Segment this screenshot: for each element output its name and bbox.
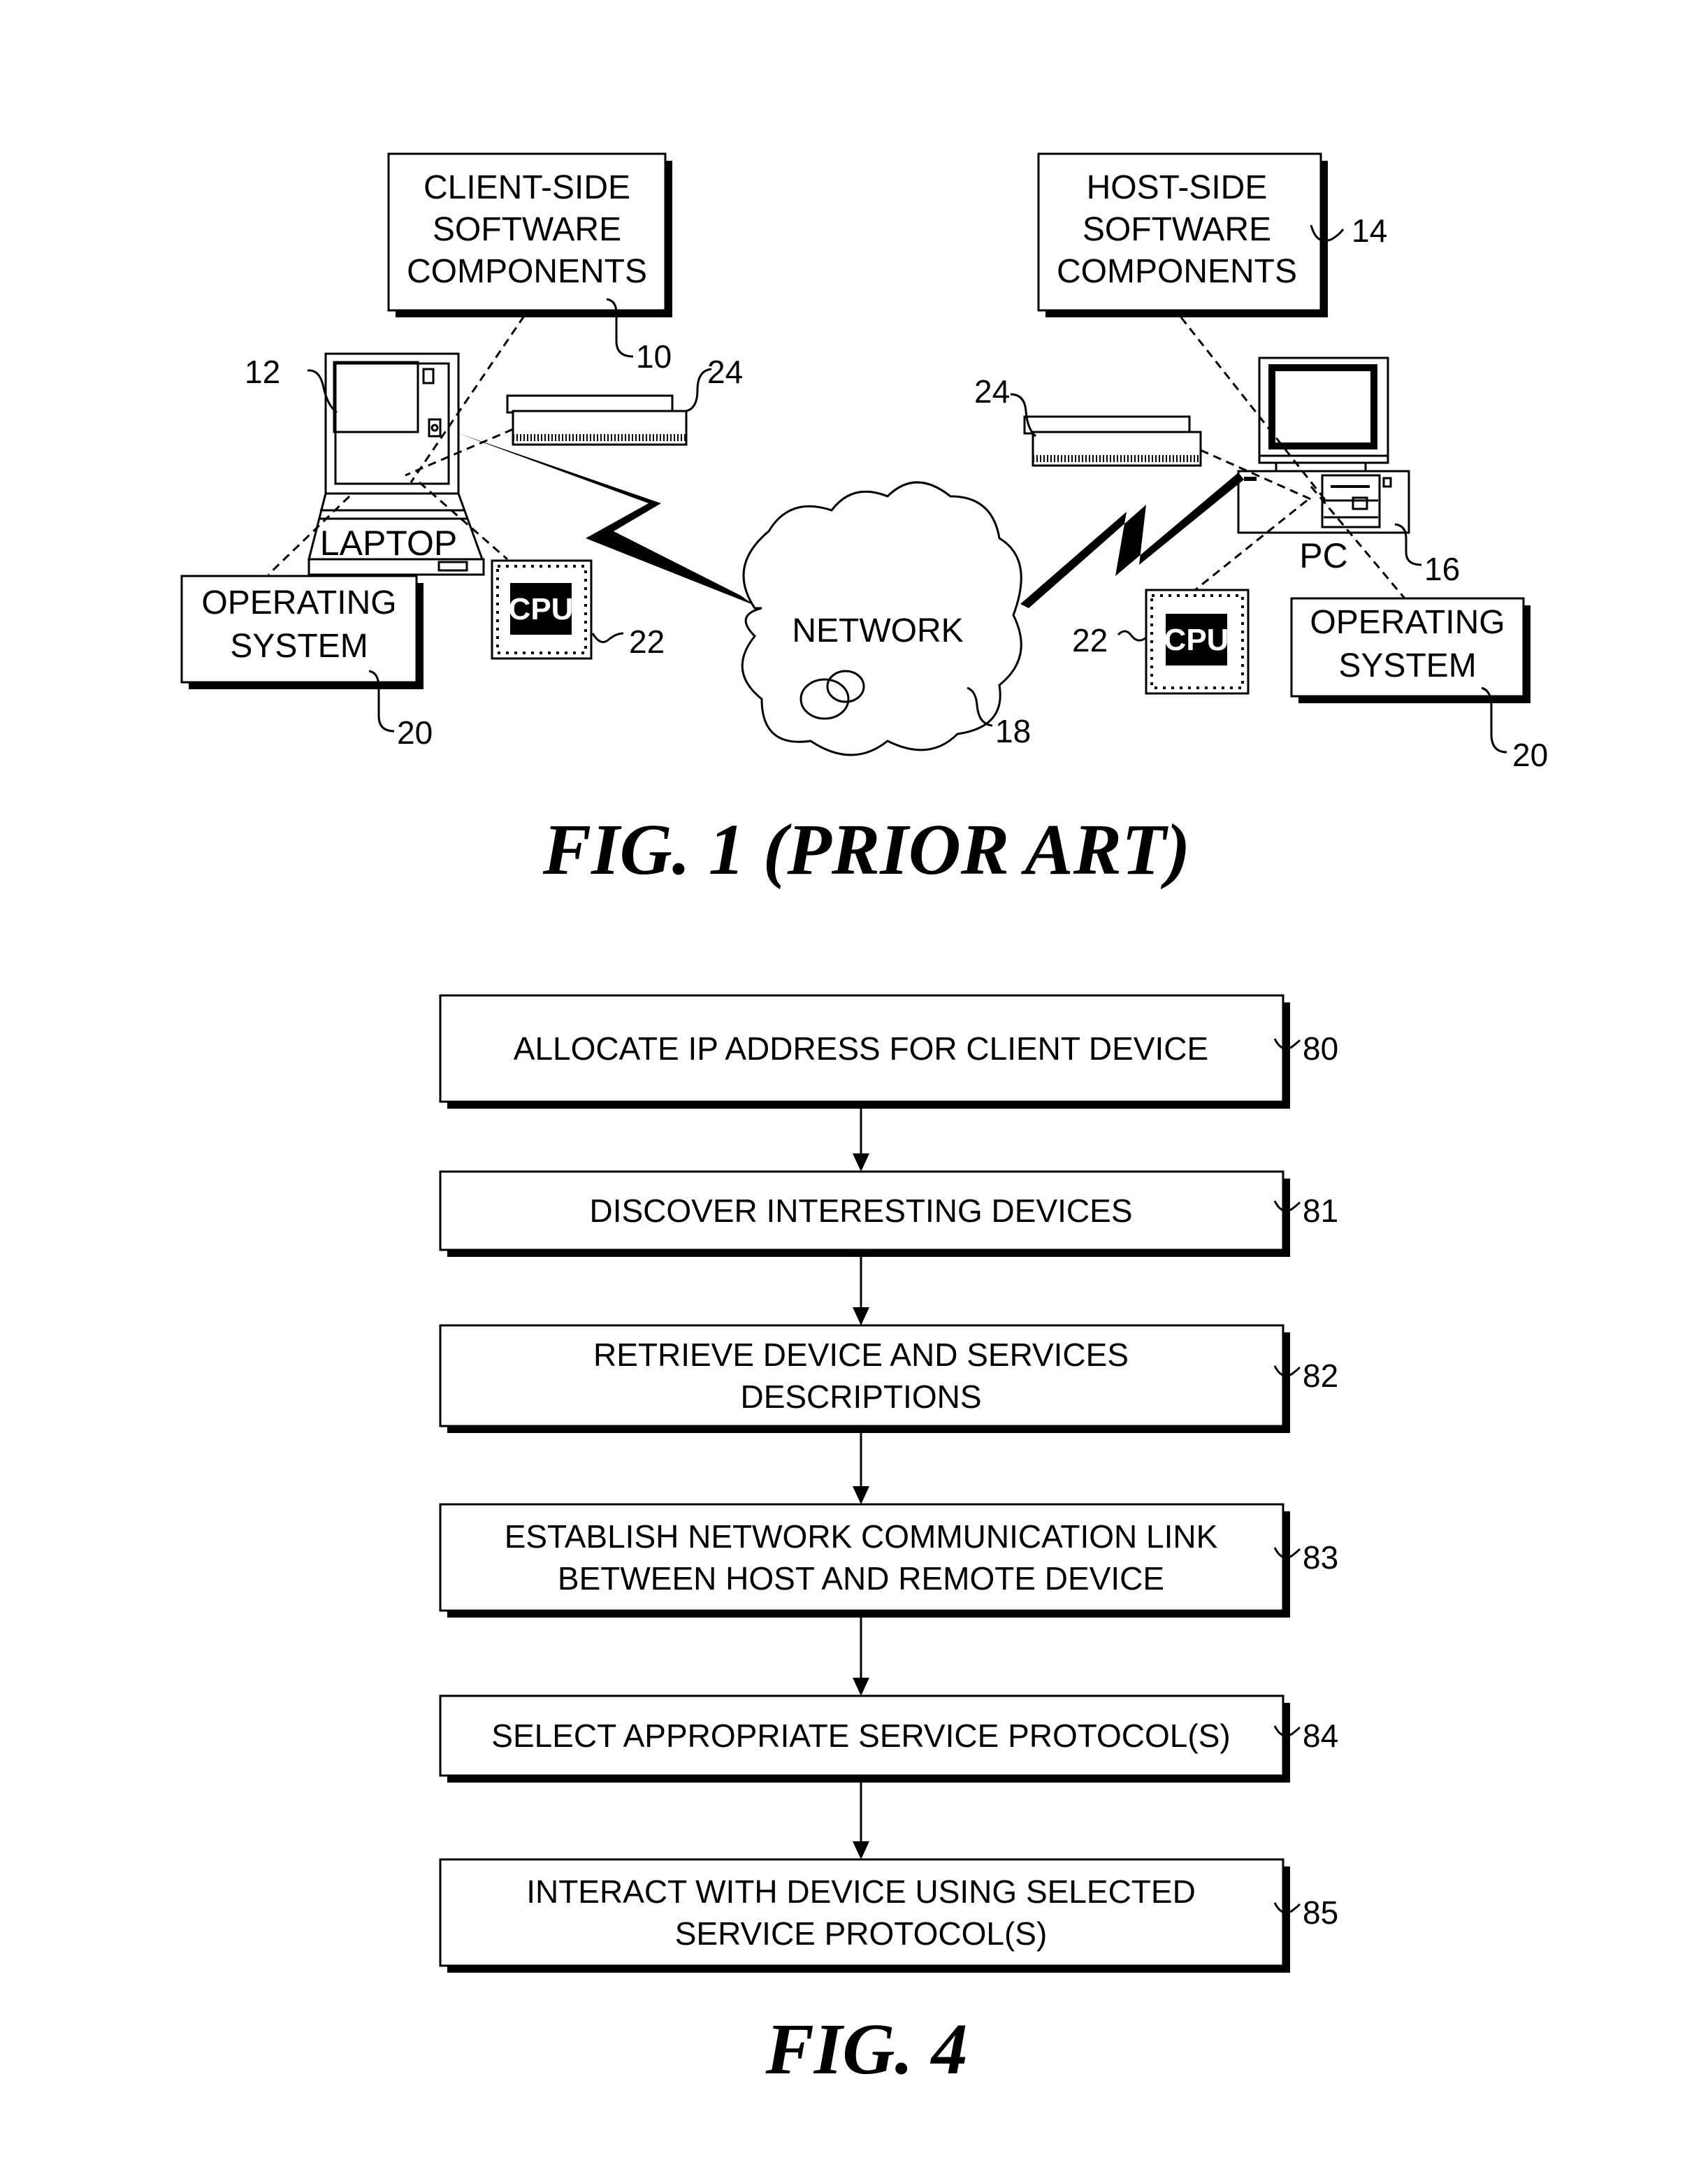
ref-numeral-85: 85: [1303, 1894, 1338, 1931]
dashed-link-cpu-right: [1194, 499, 1308, 591]
leader-line-24-right: [1010, 393, 1037, 438]
flow-step-text-line: DISCOVER INTERESTING DEVICES: [589, 1193, 1132, 1229]
patent-drawing-sheet: CLIENT-SIDE SOFTWARE COMPONENTS 10 12 LA…: [180, 152, 1548, 2089]
flow-step-80: ALLOCATE IP ADDRESS FOR CLIENT DEVICE 80: [439, 994, 1338, 1109]
ref-numeral-12: 12: [245, 354, 280, 390]
os-left-line-2: SYSTEM: [230, 628, 368, 665]
host-software-line-3: COMPONENTS: [1057, 253, 1297, 290]
figure-4-caption: FIG. 4: [765, 2009, 968, 2089]
ref-numeral-84: 84: [1303, 1718, 1338, 1754]
ref-numeral-81: 81: [1303, 1193, 1338, 1229]
flow-step-text-line: RETRIEVE DEVICE AND SERVICES: [593, 1337, 1129, 1373]
ref-numeral-10: 10: [636, 338, 672, 375]
os-box-left: OPERATING SYSTEM: [180, 575, 424, 689]
figure-4: ALLOCATE IP ADDRESS FOR CLIENT DEVICE 80 D…: [439, 994, 1338, 1973]
flow-step-text-line: SELECT APPROPRIATE SERVICE PROTOCOL(S): [491, 1718, 1230, 1754]
network-label: NETWORK: [792, 612, 963, 649]
flow-step-text-line: ALLOCATE IP ADDRESS FOR CLIENT DEVICE: [514, 1030, 1208, 1067]
ref-numeral-18: 18: [995, 713, 1031, 749]
figure-1: CLIENT-SIDE SOFTWARE COMPONENTS 10 12 LA…: [180, 152, 1548, 890]
memory-module-left-icon: [506, 394, 688, 446]
flow-step-text-line: INTERACT WITH DEVICE USING SELECTED: [526, 1873, 1196, 1910]
arrow-head-icon: [853, 1678, 869, 1696]
figure-1-caption: FIG. 1 (PRIOR ART): [542, 809, 1190, 890]
ref-numeral-22-right: 22: [1072, 622, 1108, 658]
flow-step-82: RETRIEVE DEVICE AND SERVICES DESCRIPTIONS…: [439, 1324, 1338, 1433]
ref-numeral-80: 80: [1303, 1030, 1338, 1067]
laptop-label: LAPTOP: [320, 524, 457, 563]
os-box-right: OPERATING SYSTEM: [1290, 597, 1530, 703]
arrow-head-icon: [853, 1486, 869, 1504]
leader-line-22-right: [1117, 630, 1147, 642]
flow-step-text-line: DESCRIPTIONS: [740, 1379, 981, 1415]
ref-numeral-20-right: 20: [1512, 737, 1548, 773]
flow-step-text-line: SERVICE PROTOCOL(S): [675, 1915, 1048, 1952]
ref-numeral-20-left: 20: [397, 714, 433, 751]
client-software-line-1: CLIENT-SIDE: [424, 169, 630, 206]
os-right-line-2: SYSTEM: [1338, 647, 1476, 684]
leader-line-18: [967, 686, 993, 727]
ref-numeral-24-right: 24: [974, 373, 1010, 410]
memory-module-right-icon: [1023, 415, 1202, 467]
cpu-left-icon: CPU: [491, 559, 593, 660]
arrow-head-icon: [853, 1307, 869, 1325]
client-software-line-2: SOFTWARE: [433, 211, 621, 248]
os-left-line-1: OPERATING: [201, 584, 396, 621]
arrow-head-icon: [853, 1841, 869, 1859]
flow-step-84: SELECT APPROPRIATE SERVICE PROTOCOL(S) 84: [439, 1694, 1338, 1783]
arrow-head-icon: [853, 1153, 869, 1172]
cpu-right-label: CPU: [1164, 623, 1229, 657]
leader-line-12: [307, 369, 338, 414]
ref-numeral-24-left: 24: [707, 354, 743, 390]
pc-icon: [1237, 357, 1410, 534]
cpu-left-label: CPU: [509, 592, 574, 626]
ref-numeral-14: 14: [1352, 213, 1387, 249]
flow-step-text-line: ESTABLISH NETWORK COMMUNICATION LINK: [505, 1518, 1218, 1555]
ref-numeral-83: 83: [1303, 1539, 1338, 1576]
ref-numeral-16: 16: [1424, 551, 1460, 587]
os-right-line-1: OPERATING: [1310, 604, 1505, 641]
flow-step-81: DISCOVER INTERESTING DEVICES 81: [439, 1170, 1338, 1257]
ref-numeral-22-left: 22: [629, 624, 665, 660]
cpu-right-icon: CPU: [1145, 589, 1250, 695]
wireless-link-right-icon: [1020, 473, 1244, 608]
host-software-box: HOST-SIDE SOFTWARE COMPONENTS: [1037, 152, 1328, 317]
client-software-line-3: COMPONENTS: [407, 253, 647, 290]
pc-label: PC: [1299, 536, 1347, 575]
flow-step-85: INTERACT WITH DEVICE USING SELECTED SERVI…: [439, 1858, 1338, 1973]
dashed-link-host-software: [1180, 317, 1329, 504]
ref-numeral-82: 82: [1303, 1358, 1338, 1394]
flow-step-text-line: BETWEEN HOST AND REMOTE DEVICE: [558, 1560, 1164, 1597]
flow-step-83: ESTABLISH NETWORK COMMUNICATION LINK BETW…: [439, 1503, 1338, 1618]
host-software-line-1: HOST-SIDE: [1087, 169, 1268, 206]
host-software-line-2: SOFTWARE: [1083, 211, 1271, 248]
leader-line-22-left: [591, 632, 624, 643]
client-software-box: CLIENT-SIDE SOFTWARE COMPONENTS: [387, 152, 672, 317]
